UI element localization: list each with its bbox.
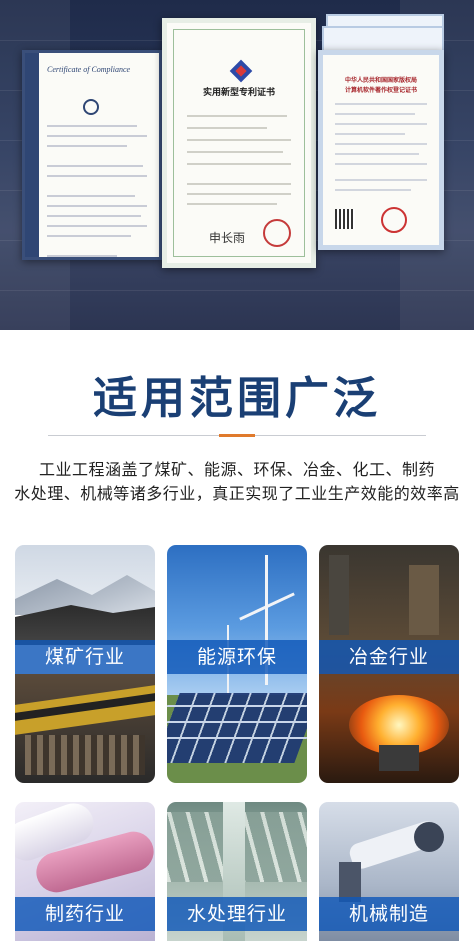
compliance-certificate: Certificate of Compliance <box>22 50 162 260</box>
seal-icon <box>83 99 99 115</box>
qr-code-icon <box>335 209 355 229</box>
patent-certificate: 实用新型专利证书 申长雨 <box>162 18 316 268</box>
industry-tile-coal[interactable]: 煤矿行业 <box>15 545 155 783</box>
industry-label-pharma: 制药行业 <box>15 897 155 931</box>
industry-label-coal: 煤矿行业 <box>15 640 155 674</box>
section-description-line-1: 工业工程涵盖了煤矿、能源、环保、冶金、化工、制药 <box>38 460 435 479</box>
industry-tile-metallurgy[interactable]: 冶金行业 <box>319 545 459 783</box>
stamp-icon <box>381 207 407 233</box>
certificate-signature: 申长雨 <box>209 231 246 245</box>
copyright-certificate-title-2: 计算机软件著作权登记证书 <box>344 87 417 94</box>
stamp-icon <box>263 219 291 247</box>
section-description-line-2: 水处理、机械等诸多行业，真正实现了工业生产效能的效率高 <box>14 484 460 503</box>
compliance-certificate-title: Certificate of Compliance <box>47 65 131 74</box>
copyright-certificate: 中华人民共和国国家版权局 计算机软件著作权登记证书 <box>318 50 444 250</box>
certificates-banner: Certificate of Compliance 实用新型专利证书 申长雨 中… <box>0 0 474 330</box>
industry-label-energy: 能源环保 <box>167 640 307 674</box>
industry-tile-pharma[interactable]: 制药行业 <box>15 802 155 941</box>
section-title: 适用范围广泛 <box>93 373 381 424</box>
patent-certificate-title: 实用新型专利证书 <box>202 88 275 98</box>
copyright-certificate-title-1: 中华人民共和国国家版权局 <box>344 77 417 84</box>
industry-tile-water[interactable]: 水处理行业 <box>167 802 307 941</box>
divider-accent <box>219 434 255 437</box>
industry-label-water: 水处理行业 <box>167 897 307 931</box>
industry-tile-machinery[interactable]: 机械制造 <box>319 802 459 941</box>
industry-tile-energy[interactable]: 能源环保 <box>167 545 307 783</box>
industry-label-machinery: 机械制造 <box>319 897 459 931</box>
industry-label-metallurgy: 冶金行业 <box>319 640 459 674</box>
